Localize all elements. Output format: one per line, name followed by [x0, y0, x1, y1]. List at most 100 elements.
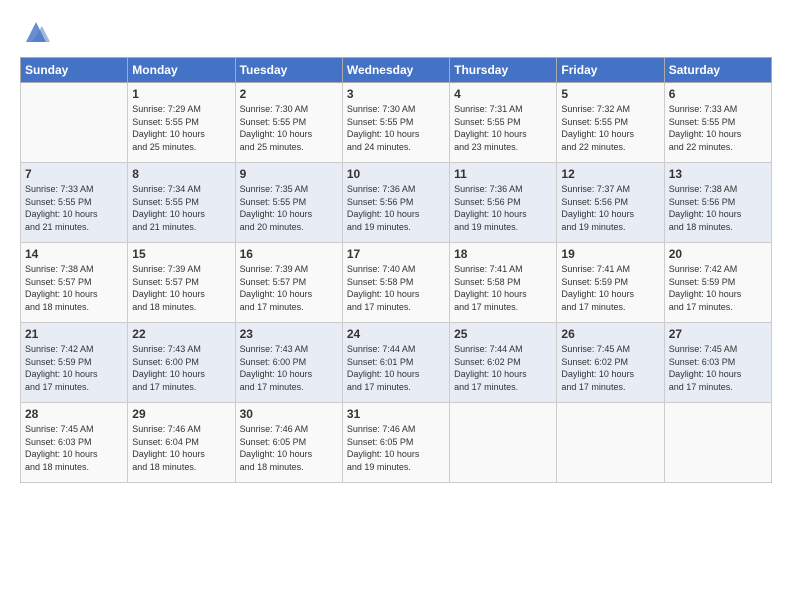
- calendar-cell: 13 Sunrise: 7:38 AM Sunset: 5:56 PM Dayli…: [664, 163, 771, 243]
- day-header-thursday: Thursday: [450, 58, 557, 83]
- calendar-cell: 20Sunrise: 7:42 AM Sunset: 5:59 PM Dayli…: [664, 243, 771, 323]
- day-info: Sunrise: 7:29 AM Sunset: 5:55 PM Dayligh…: [132, 103, 230, 153]
- week-row-2: 7 Sunrise: 7:33 AM Sunset: 5:55 PM Daylig…: [21, 163, 772, 243]
- logo-text: [20, 18, 50, 51]
- day-info: Sunrise: 7:40 AM Sunset: 5:58 PM Dayligh…: [347, 263, 445, 313]
- day-info: Sunrise: 7:45 AM Sunset: 6:03 PM Dayligh…: [669, 343, 767, 393]
- calendar-table: SundayMondayTuesdayWednesdayThursdayFrid…: [20, 57, 772, 483]
- header: [20, 18, 772, 51]
- day-info: Sunrise: 7:38 AM Sunset: 5:56 PM Dayligh…: [669, 183, 767, 233]
- day-number: 25: [454, 327, 552, 341]
- day-info: Sunrise: 7:31 AM Sunset: 5:55 PM Dayligh…: [454, 103, 552, 153]
- day-info: Sunrise: 7:46 AM Sunset: 6:05 PM Dayligh…: [240, 423, 338, 473]
- logo-icon: [22, 18, 50, 46]
- calendar-cell: 19 Sunrise: 7:41 AM Sunset: 5:59 PM Dayli…: [557, 243, 664, 323]
- calendar-cell: 4 Sunrise: 7:31 AM Sunset: 5:55 PM Daylig…: [450, 83, 557, 163]
- week-row-1: 1 Sunrise: 7:29 AM Sunset: 5:55 PM Daylig…: [21, 83, 772, 163]
- day-number: 11: [454, 167, 552, 181]
- calendar-cell: [21, 83, 128, 163]
- day-number: 17: [347, 247, 445, 261]
- day-info: Sunrise: 7:36 AM Sunset: 5:56 PM Dayligh…: [347, 183, 445, 233]
- day-number: 7: [25, 167, 123, 181]
- day-number: 27: [669, 327, 767, 341]
- day-header-tuesday: Tuesday: [235, 58, 342, 83]
- day-header-monday: Monday: [128, 58, 235, 83]
- day-info: Sunrise: 7:43 AM Sunset: 6:00 PM Dayligh…: [132, 343, 230, 393]
- day-info: Sunrise: 7:33 AM Sunset: 5:55 PM Dayligh…: [25, 183, 123, 233]
- day-number: 31: [347, 407, 445, 421]
- calendar-cell: 24 Sunrise: 7:44 AM Sunset: 6:01 PM Dayli…: [342, 323, 449, 403]
- day-info: Sunrise: 7:36 AM Sunset: 5:56 PM Dayligh…: [454, 183, 552, 233]
- day-number: 22: [132, 327, 230, 341]
- day-header-sunday: Sunday: [21, 58, 128, 83]
- week-row-4: 21 Sunrise: 7:42 AM Sunset: 5:59 PM Dayli…: [21, 323, 772, 403]
- day-number: 28: [25, 407, 123, 421]
- day-info: Sunrise: 7:37 AM Sunset: 5:56 PM Dayligh…: [561, 183, 659, 233]
- day-info: Sunrise: 7:41 AM Sunset: 5:58 PM Dayligh…: [454, 263, 552, 313]
- calendar-cell: 29 Sunrise: 7:46 AM Sunset: 6:04 PM Dayli…: [128, 403, 235, 483]
- calendar-cell: 1 Sunrise: 7:29 AM Sunset: 5:55 PM Daylig…: [128, 83, 235, 163]
- day-header-wednesday: Wednesday: [342, 58, 449, 83]
- day-number: 2: [240, 87, 338, 101]
- day-number: 26: [561, 327, 659, 341]
- day-info: Sunrise: 7:34 AM Sunset: 5:55 PM Dayligh…: [132, 183, 230, 233]
- logo: [20, 18, 50, 51]
- calendar-cell: 22 Sunrise: 7:43 AM Sunset: 6:00 PM Dayli…: [128, 323, 235, 403]
- day-header-friday: Friday: [557, 58, 664, 83]
- day-number: 8: [132, 167, 230, 181]
- week-row-5: 28 Sunrise: 7:45 AM Sunset: 6:03 PM Dayli…: [21, 403, 772, 483]
- calendar-cell: 6 Sunrise: 7:33 AM Sunset: 5:55 PM Daylig…: [664, 83, 771, 163]
- calendar-cell: 5Sunrise: 7:32 AM Sunset: 5:55 PM Daylig…: [557, 83, 664, 163]
- calendar-cell: 2Sunrise: 7:30 AM Sunset: 5:55 PM Daylig…: [235, 83, 342, 163]
- header-row: SundayMondayTuesdayWednesdayThursdayFrid…: [21, 58, 772, 83]
- calendar-cell: 23Sunrise: 7:43 AM Sunset: 6:00 PM Dayli…: [235, 323, 342, 403]
- calendar-cell: 17 Sunrise: 7:40 AM Sunset: 5:58 PM Dayli…: [342, 243, 449, 323]
- calendar-cell: 10 Sunrise: 7:36 AM Sunset: 5:56 PM Dayli…: [342, 163, 449, 243]
- day-info: Sunrise: 7:43 AM Sunset: 6:00 PM Dayligh…: [240, 343, 338, 393]
- day-number: 12: [561, 167, 659, 181]
- day-number: 3: [347, 87, 445, 101]
- day-number: 14: [25, 247, 123, 261]
- day-number: 29: [132, 407, 230, 421]
- week-row-3: 14 Sunrise: 7:38 AM Sunset: 5:57 PM Dayli…: [21, 243, 772, 323]
- day-number: 19: [561, 247, 659, 261]
- day-header-saturday: Saturday: [664, 58, 771, 83]
- day-info: Sunrise: 7:39 AM Sunset: 5:57 PM Dayligh…: [240, 263, 338, 313]
- day-number: 9: [240, 167, 338, 181]
- day-info: Sunrise: 7:45 AM Sunset: 6:02 PM Dayligh…: [561, 343, 659, 393]
- day-info: Sunrise: 7:35 AM Sunset: 5:55 PM Dayligh…: [240, 183, 338, 233]
- calendar-cell: 21 Sunrise: 7:42 AM Sunset: 5:59 PM Dayli…: [21, 323, 128, 403]
- calendar-cell: 11 Sunrise: 7:36 AM Sunset: 5:56 PM Dayli…: [450, 163, 557, 243]
- day-info: Sunrise: 7:44 AM Sunset: 6:01 PM Dayligh…: [347, 343, 445, 393]
- day-info: Sunrise: 7:30 AM Sunset: 5:55 PM Dayligh…: [347, 103, 445, 153]
- day-number: 20: [669, 247, 767, 261]
- day-info: Sunrise: 7:45 AM Sunset: 6:03 PM Dayligh…: [25, 423, 123, 473]
- calendar-cell: 31 Sunrise: 7:46 AM Sunset: 6:05 PM Dayli…: [342, 403, 449, 483]
- calendar-cell: 9 Sunrise: 7:35 AM Sunset: 5:55 PM Daylig…: [235, 163, 342, 243]
- day-number: 18: [454, 247, 552, 261]
- day-number: 24: [347, 327, 445, 341]
- day-info: Sunrise: 7:41 AM Sunset: 5:59 PM Dayligh…: [561, 263, 659, 313]
- day-info: Sunrise: 7:33 AM Sunset: 5:55 PM Dayligh…: [669, 103, 767, 153]
- day-info: Sunrise: 7:38 AM Sunset: 5:57 PM Dayligh…: [25, 263, 123, 313]
- calendar-cell: 26 Sunrise: 7:45 AM Sunset: 6:02 PM Dayli…: [557, 323, 664, 403]
- day-number: 16: [240, 247, 338, 261]
- day-number: 4: [454, 87, 552, 101]
- day-number: 10: [347, 167, 445, 181]
- calendar-cell: 8 Sunrise: 7:34 AM Sunset: 5:55 PM Daylig…: [128, 163, 235, 243]
- day-number: 6: [669, 87, 767, 101]
- day-number: 30: [240, 407, 338, 421]
- calendar-cell: [450, 403, 557, 483]
- calendar-cell: 3 Sunrise: 7:30 AM Sunset: 5:55 PM Daylig…: [342, 83, 449, 163]
- day-info: Sunrise: 7:46 AM Sunset: 6:04 PM Dayligh…: [132, 423, 230, 473]
- day-info: Sunrise: 7:42 AM Sunset: 5:59 PM Dayligh…: [25, 343, 123, 393]
- day-info: Sunrise: 7:32 AM Sunset: 5:55 PM Dayligh…: [561, 103, 659, 153]
- day-number: 13: [669, 167, 767, 181]
- calendar-cell: 30 Sunrise: 7:46 AM Sunset: 6:05 PM Dayli…: [235, 403, 342, 483]
- day-info: Sunrise: 7:46 AM Sunset: 6:05 PM Dayligh…: [347, 423, 445, 473]
- day-info: Sunrise: 7:39 AM Sunset: 5:57 PM Dayligh…: [132, 263, 230, 313]
- day-number: 1: [132, 87, 230, 101]
- calendar-cell: 12 Sunrise: 7:37 AM Sunset: 5:56 PM Dayli…: [557, 163, 664, 243]
- day-number: 21: [25, 327, 123, 341]
- calendar-cell: [664, 403, 771, 483]
